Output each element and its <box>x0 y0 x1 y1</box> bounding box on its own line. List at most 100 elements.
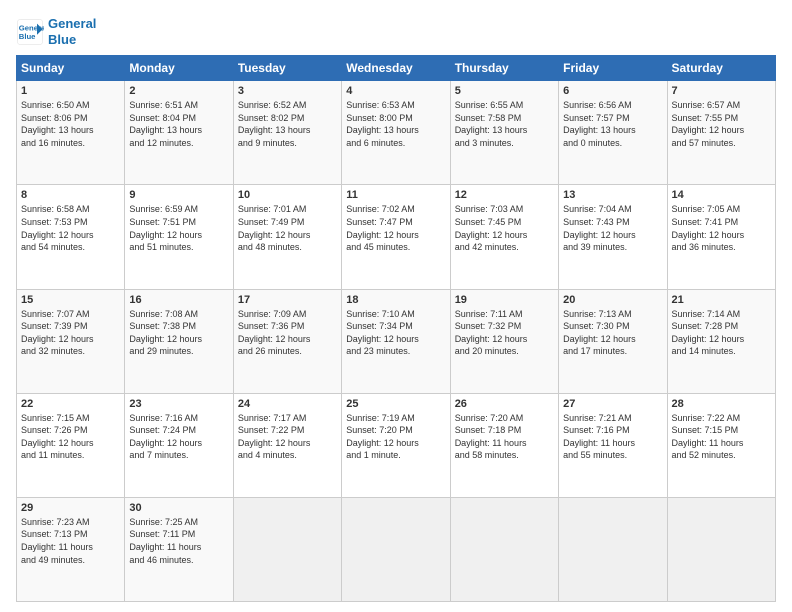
day-info: Sunrise: 6:59 AMSunset: 7:51 PMDaylight:… <box>129 203 228 253</box>
table-cell: 1 Sunrise: 6:50 AMSunset: 8:06 PMDaylight… <box>17 81 125 185</box>
day-number: 4 <box>346 85 445 97</box>
day-number: 2 <box>129 85 228 97</box>
day-info: Sunrise: 7:17 AMSunset: 7:22 PMDaylight:… <box>238 412 337 462</box>
day-number: 28 <box>672 398 771 410</box>
day-info: Sunrise: 7:21 AMSunset: 7:16 PMDaylight:… <box>563 412 662 462</box>
day-info: Sunrise: 6:58 AMSunset: 7:53 PMDaylight:… <box>21 203 120 253</box>
table-cell: 22Sunrise: 7:15 AMSunset: 7:26 PMDayligh… <box>17 393 125 497</box>
day-info: Sunrise: 6:50 AMSunset: 8:06 PMDaylight:… <box>21 99 120 149</box>
table-cell <box>450 497 558 601</box>
table-cell: 30Sunrise: 7:25 AMSunset: 7:11 PMDayligh… <box>125 497 233 601</box>
table-cell: 2 Sunrise: 6:51 AMSunset: 8:04 PMDaylight… <box>125 81 233 185</box>
table-cell: 23 Sunrise: 7:16 AMSunset: 7:24 PMDayligh… <box>125 393 233 497</box>
day-info: Sunrise: 6:52 AMSunset: 8:02 PMDaylight:… <box>238 99 337 149</box>
table-cell: 16 Sunrise: 7:08 AMSunset: 7:38 PMDayligh… <box>125 289 233 393</box>
table-cell: 8 Sunrise: 6:58 AMSunset: 7:53 PMDaylight… <box>17 185 125 289</box>
day-number: 15 <box>21 294 120 306</box>
day-info: Sunrise: 7:14 AMSunset: 7:28 PMDaylight:… <box>672 308 771 358</box>
day-number: 8 <box>21 189 120 201</box>
day-info: Sunrise: 7:13 AMSunset: 7:30 PMDaylight:… <box>563 308 662 358</box>
day-number: 18 <box>346 294 445 306</box>
day-number: 19 <box>455 294 554 306</box>
table-cell: 18 Sunrise: 7:10 AMSunset: 7:34 PMDayligh… <box>342 289 450 393</box>
day-number: 23 <box>129 398 228 410</box>
table-cell <box>342 497 450 601</box>
day-number: 26 <box>455 398 554 410</box>
day-number: 14 <box>672 189 771 201</box>
header: General Blue GeneralBlue <box>16 16 776 47</box>
table-cell: 3 Sunrise: 6:52 AMSunset: 8:02 PMDaylight… <box>233 81 341 185</box>
day-number: 30 <box>129 502 228 514</box>
logo: General Blue GeneralBlue <box>16 16 96 47</box>
svg-text:Blue: Blue <box>19 32 36 41</box>
day-number: 24 <box>238 398 337 410</box>
day-number: 29 <box>21 502 120 514</box>
day-info: Sunrise: 7:16 AMSunset: 7:24 PMDaylight:… <box>129 412 228 462</box>
table-cell: 29 Sunrise: 7:23 AMSunset: 7:13 PMDayligh… <box>17 497 125 601</box>
day-info: Sunrise: 7:01 AMSunset: 7:49 PMDaylight:… <box>238 203 337 253</box>
table-cell: 5 Sunrise: 6:55 AMSunset: 7:58 PMDaylight… <box>450 81 558 185</box>
col-saturday: Saturday <box>667 56 775 81</box>
day-number: 16 <box>129 294 228 306</box>
day-info: Sunrise: 7:08 AMSunset: 7:38 PMDaylight:… <box>129 308 228 358</box>
logo-icon: General Blue <box>16 18 44 46</box>
day-info: Sunrise: 7:15 AMSunset: 7:26 PMDaylight:… <box>21 412 120 462</box>
col-sunday: Sunday <box>17 56 125 81</box>
day-number: 13 <box>563 189 662 201</box>
day-info: Sunrise: 7:22 AMSunset: 7:15 PMDaylight:… <box>672 412 771 462</box>
table-cell <box>233 497 341 601</box>
day-info: Sunrise: 7:19 AMSunset: 7:20 PMDaylight:… <box>346 412 445 462</box>
day-info: Sunrise: 7:05 AMSunset: 7:41 PMDaylight:… <box>672 203 771 253</box>
day-number: 5 <box>455 85 554 97</box>
day-info: Sunrise: 6:55 AMSunset: 7:58 PMDaylight:… <box>455 99 554 149</box>
day-info: Sunrise: 7:09 AMSunset: 7:36 PMDaylight:… <box>238 308 337 358</box>
weekday-header-row: Sunday Monday Tuesday Wednesday Thursday… <box>17 56 776 81</box>
day-number: 11 <box>346 189 445 201</box>
day-number: 1 <box>21 85 120 97</box>
day-info: Sunrise: 6:57 AMSunset: 7:55 PMDaylight:… <box>672 99 771 149</box>
table-cell: 24 Sunrise: 7:17 AMSunset: 7:22 PMDayligh… <box>233 393 341 497</box>
day-info: Sunrise: 7:04 AMSunset: 7:43 PMDaylight:… <box>563 203 662 253</box>
table-cell: 28 Sunrise: 7:22 AMSunset: 7:15 PMDayligh… <box>667 393 775 497</box>
day-info: Sunrise: 7:11 AMSunset: 7:32 PMDaylight:… <box>455 308 554 358</box>
day-number: 12 <box>455 189 554 201</box>
col-tuesday: Tuesday <box>233 56 341 81</box>
table-cell: 6 Sunrise: 6:56 AMSunset: 7:57 PMDaylight… <box>559 81 667 185</box>
table-cell: 13 Sunrise: 7:04 AMSunset: 7:43 PMDayligh… <box>559 185 667 289</box>
table-cell: 19 Sunrise: 7:11 AMSunset: 7:32 PMDayligh… <box>450 289 558 393</box>
page: General Blue GeneralBlue Sunday Monday T… <box>0 0 792 612</box>
col-friday: Friday <box>559 56 667 81</box>
day-number: 3 <box>238 85 337 97</box>
day-info: Sunrise: 7:03 AMSunset: 7:45 PMDaylight:… <box>455 203 554 253</box>
day-info: Sunrise: 7:23 AMSunset: 7:13 PMDaylight:… <box>21 516 120 566</box>
day-number: 7 <box>672 85 771 97</box>
col-monday: Monday <box>125 56 233 81</box>
table-cell: 14 Sunrise: 7:05 AMSunset: 7:41 PMDayligh… <box>667 185 775 289</box>
day-info: Sunrise: 7:10 AMSunset: 7:34 PMDaylight:… <box>346 308 445 358</box>
day-info: Sunrise: 7:02 AMSunset: 7:47 PMDaylight:… <box>346 203 445 253</box>
table-cell: 25Sunrise: 7:19 AMSunset: 7:20 PMDayligh… <box>342 393 450 497</box>
table-cell: 27Sunrise: 7:21 AMSunset: 7:16 PMDayligh… <box>559 393 667 497</box>
table-cell <box>667 497 775 601</box>
day-info: Sunrise: 6:53 AMSunset: 8:00 PMDaylight:… <box>346 99 445 149</box>
day-number: 20 <box>563 294 662 306</box>
day-number: 10 <box>238 189 337 201</box>
day-number: 6 <box>563 85 662 97</box>
col-wednesday: Wednesday <box>342 56 450 81</box>
day-number: 17 <box>238 294 337 306</box>
logo-text: GeneralBlue <box>48 16 96 47</box>
day-info: Sunrise: 7:20 AMSunset: 7:18 PMDaylight:… <box>455 412 554 462</box>
day-info: Sunrise: 6:51 AMSunset: 8:04 PMDaylight:… <box>129 99 228 149</box>
table-cell: 20 Sunrise: 7:13 AMSunset: 7:30 PMDayligh… <box>559 289 667 393</box>
table-cell: 7 Sunrise: 6:57 AMSunset: 7:55 PMDaylight… <box>667 81 775 185</box>
day-info: Sunrise: 7:07 AMSunset: 7:39 PMDaylight:… <box>21 308 120 358</box>
table-cell: 15 Sunrise: 7:07 AMSunset: 7:39 PMDayligh… <box>17 289 125 393</box>
day-number: 21 <box>672 294 771 306</box>
table-cell: 26 Sunrise: 7:20 AMSunset: 7:18 PMDayligh… <box>450 393 558 497</box>
calendar: Sunday Monday Tuesday Wednesday Thursday… <box>16 55 776 602</box>
table-cell: 10 Sunrise: 7:01 AMSunset: 7:49 PMDayligh… <box>233 185 341 289</box>
day-info: Sunrise: 6:56 AMSunset: 7:57 PMDaylight:… <box>563 99 662 149</box>
table-cell: 12 Sunrise: 7:03 AMSunset: 7:45 PMDayligh… <box>450 185 558 289</box>
table-cell: 4 Sunrise: 6:53 AMSunset: 8:00 PMDaylight… <box>342 81 450 185</box>
table-cell: 21 Sunrise: 7:14 AMSunset: 7:28 PMDayligh… <box>667 289 775 393</box>
